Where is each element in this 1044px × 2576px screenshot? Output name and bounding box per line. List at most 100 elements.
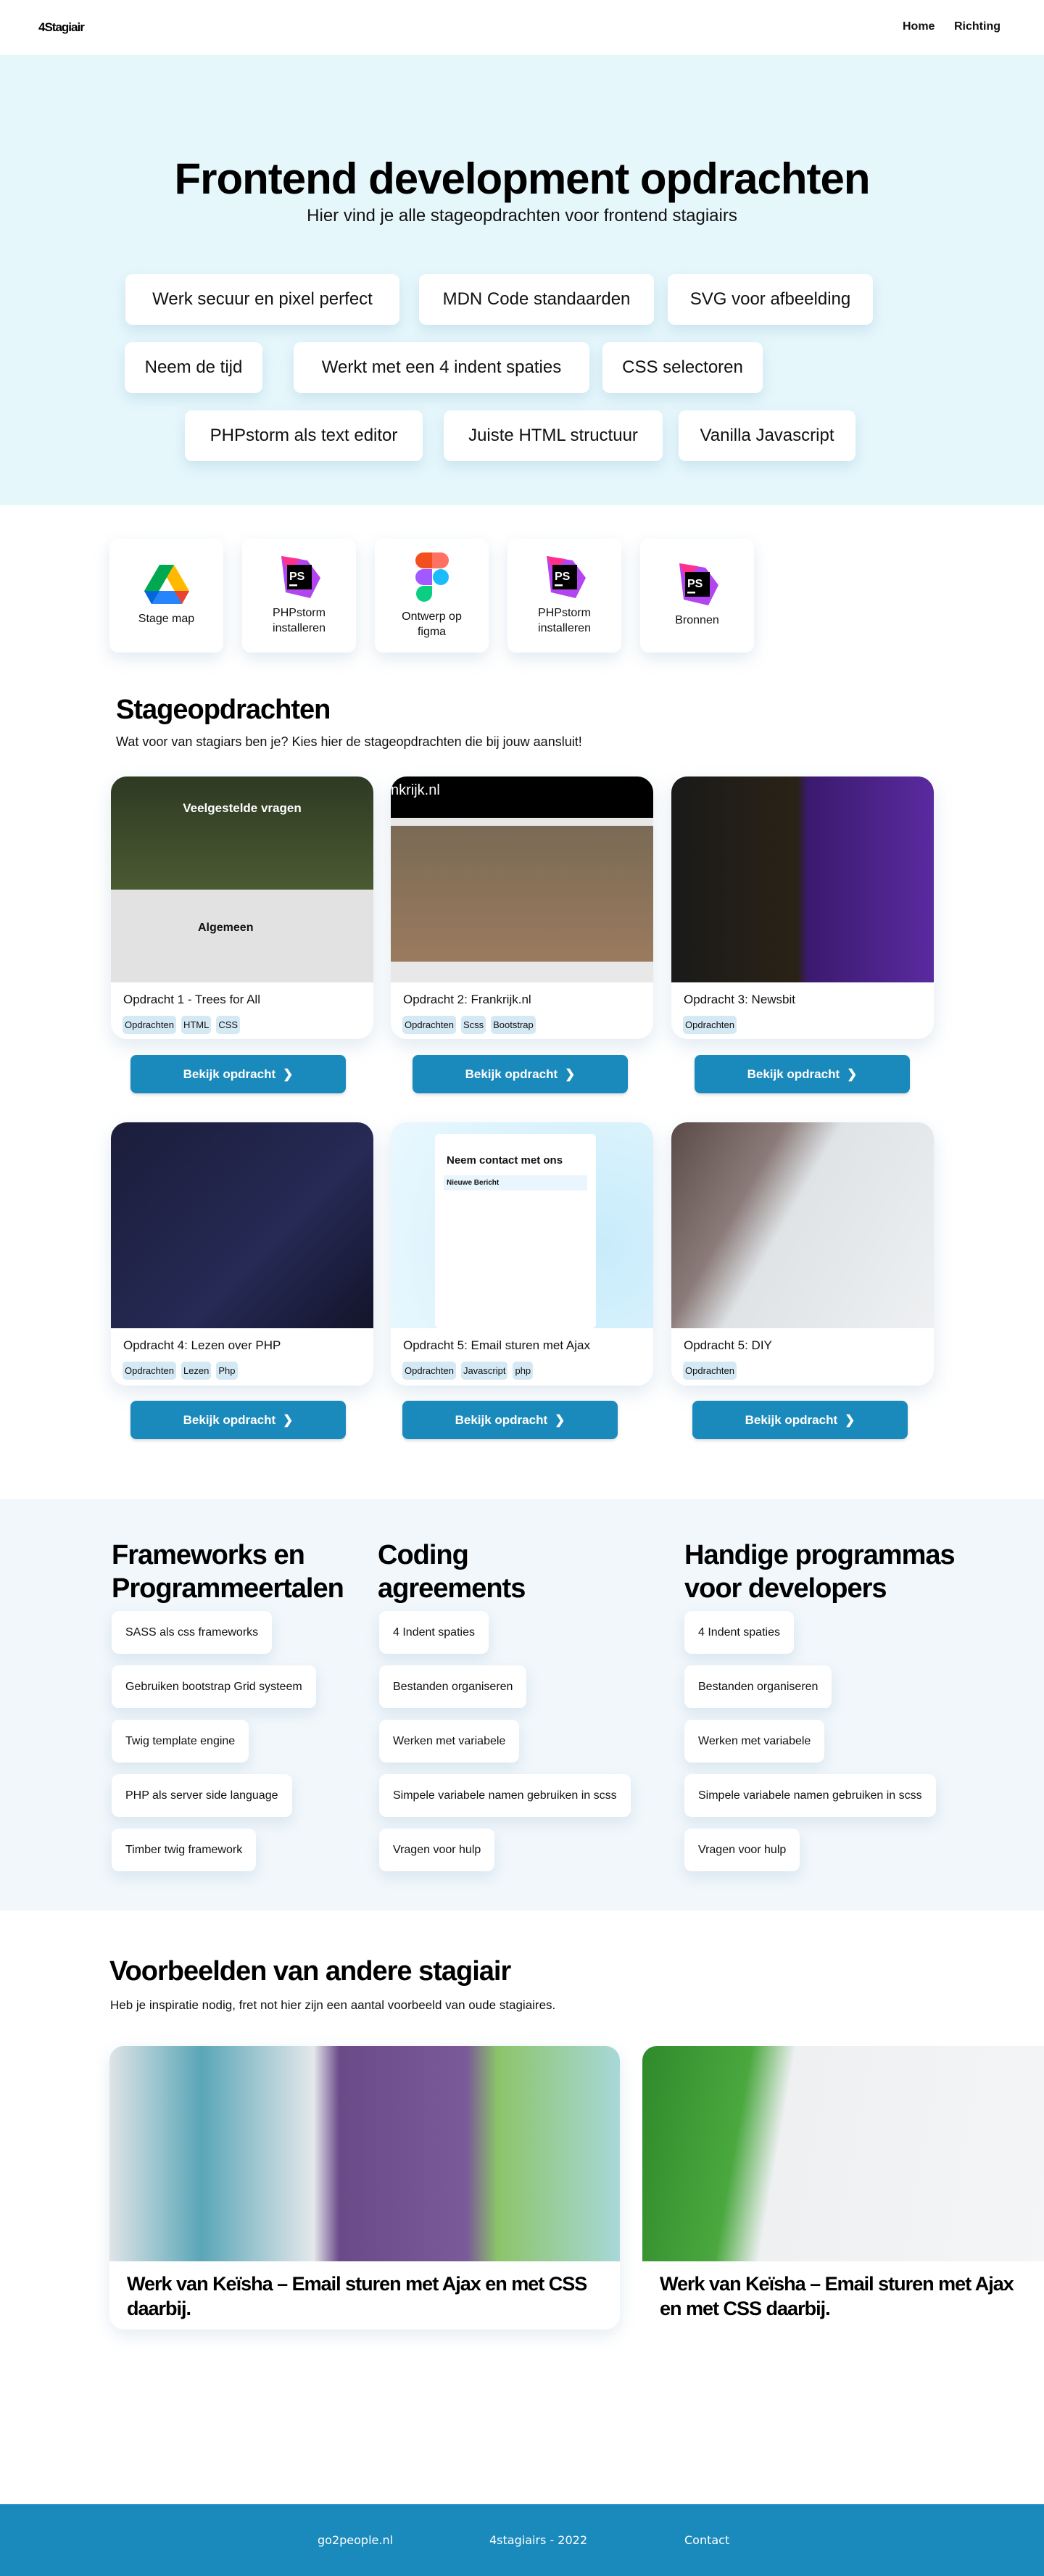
column-title: Frameworks en Programmeertalen bbox=[112, 1540, 344, 1604]
google-drive-icon bbox=[144, 565, 189, 604]
chip: Werk secuur en pixel perfect bbox=[125, 274, 399, 325]
quicklink-figma[interactable]: Ontwerp op figma bbox=[375, 539, 489, 653]
footer-copyright: 4stagiairs - 2022 bbox=[489, 2533, 588, 2547]
quicklink-phpstorm-2[interactable]: PS PHPstorm installeren bbox=[508, 539, 621, 653]
button-label: Bekijk opdracht bbox=[455, 1412, 548, 1427]
chevron-right-icon: ❯ bbox=[845, 1412, 856, 1427]
chip: Werkt met een 4 indent spaties bbox=[294, 342, 589, 393]
page-title: Frontend development opdrachten bbox=[174, 154, 870, 203]
list-item: Vragen voor hulp bbox=[379, 1829, 495, 1871]
list-item: Bestanden organiseren bbox=[684, 1665, 832, 1708]
assignment-card[interactable]: Opdracht 4: Lezen over PHP Opdrachten Lez… bbox=[111, 1122, 373, 1386]
column-title: Handige programmas voor developers bbox=[684, 1540, 956, 1604]
view-assignment-button[interactable]: Bekijk opdracht ❯ bbox=[402, 1401, 618, 1439]
logo[interactable]: 4Stagiair bbox=[38, 20, 85, 35]
example-image bbox=[109, 2046, 620, 2261]
chip: Juiste HTML structuur bbox=[444, 410, 663, 461]
button-label: Bekijk opdracht bbox=[745, 1412, 838, 1427]
chip: MDN Code standaarden bbox=[419, 274, 654, 325]
chevron-right-icon: ❯ bbox=[847, 1067, 858, 1081]
example-card[interactable]: Werk van Keïsha – Email sturen met Ajax … bbox=[642, 2046, 1044, 2329]
top-nav: 4Stagiair Home Richting bbox=[0, 0, 1044, 55]
card-title: Opdracht 2: Frankrijk.nl bbox=[403, 993, 531, 1006]
quicklink-bronnen[interactable]: PS Bronnen bbox=[640, 539, 754, 653]
card-image: nkrijk.nl bbox=[391, 776, 653, 982]
view-assignment-button[interactable]: Bekijk opdracht ❯ bbox=[130, 1401, 346, 1439]
quicklink-stage-map[interactable]: Stage map bbox=[109, 539, 223, 653]
example-title: Werk van Keïsha – Email sturen met Ajax … bbox=[127, 2273, 587, 2319]
list-item: Vragen voor hulp bbox=[684, 1829, 800, 1871]
button-label: Bekijk opdracht bbox=[465, 1067, 558, 1081]
view-assignment-button[interactable]: Bekijk opdracht ❯ bbox=[692, 1401, 908, 1439]
phpstorm-icon: PS bbox=[546, 555, 586, 598]
tag: Javascript bbox=[460, 1362, 508, 1380]
list-item: Twig template engine bbox=[112, 1720, 249, 1763]
tag: CSS bbox=[216, 1016, 241, 1034]
phpstorm-icon: PS bbox=[679, 563, 718, 605]
tag: Opdrachten bbox=[123, 1362, 176, 1380]
quicklink-phpstorm[interactable]: PS PHPstorm installeren bbox=[242, 539, 356, 653]
footer-link-contact[interactable]: Contact bbox=[684, 2533, 729, 2547]
image-sub: Algemeen bbox=[198, 922, 254, 934]
list-item: Gebruiken bootstrap Grid systeem bbox=[112, 1665, 316, 1708]
assignments-title: Stageopdrachten bbox=[116, 695, 331, 725]
tag: Opdrachten bbox=[123, 1016, 176, 1034]
card-title: Opdracht 4: Lezen over PHP bbox=[123, 1338, 281, 1352]
examples-subtitle: Heb je inspiratie nodig, fret not hier z… bbox=[110, 1998, 556, 2012]
tag: Lezen bbox=[181, 1362, 212, 1380]
example-image bbox=[642, 2046, 1044, 2261]
nav-richting[interactable]: Richting bbox=[954, 20, 1000, 33]
image-caption: nkrijk.nl bbox=[391, 782, 440, 798]
tag: HTML bbox=[181, 1016, 212, 1034]
examples-title: Voorbeelden van andere stagiair bbox=[109, 1956, 511, 1987]
chip: CSS selectoren bbox=[602, 342, 763, 393]
hero-subtitle: Hier vind je alle stageopdrachten voor f… bbox=[307, 206, 737, 225]
view-assignment-button[interactable]: Bekijk opdracht ❯ bbox=[413, 1055, 628, 1093]
card-title: Opdracht 1 - Trees for All bbox=[123, 993, 260, 1006]
card-image bbox=[111, 1122, 373, 1328]
chevron-right-icon: ❯ bbox=[283, 1412, 294, 1427]
button-label: Bekijk opdracht bbox=[183, 1067, 276, 1081]
assignment-card[interactable]: Opdracht 3: Newsbit Opdrachten bbox=[671, 776, 934, 1039]
chevron-right-icon: ❯ bbox=[555, 1412, 566, 1427]
phpstorm-icon: PS bbox=[281, 555, 320, 598]
quicklink-label: Bronnen bbox=[675, 614, 719, 626]
tag: Opdrachten bbox=[683, 1016, 737, 1034]
chip: Neem de tijd bbox=[125, 342, 262, 393]
button-label: Bekijk opdracht bbox=[183, 1412, 276, 1427]
chip: Vanilla Javascript bbox=[679, 410, 856, 461]
column-title: Coding agreements bbox=[378, 1540, 526, 1604]
tag: Php bbox=[216, 1362, 238, 1380]
list-item: 4 Indent spaties bbox=[684, 1611, 794, 1654]
card-image bbox=[671, 776, 934, 982]
assignment-card[interactable]: Opdracht 5: DIY Opdrachten bbox=[671, 1122, 934, 1386]
image-caption: Neem contact met ons bbox=[447, 1154, 563, 1167]
figma-icon bbox=[415, 552, 449, 602]
svg-text:PS: PS bbox=[687, 578, 703, 590]
chevron-right-icon: ❯ bbox=[283, 1067, 294, 1081]
tag: Opdrachten bbox=[683, 1362, 737, 1380]
tag: Opdrachten bbox=[402, 1016, 456, 1034]
assignment-card[interactable]: Veelgestelde vragen Algemeen Opdracht 1 … bbox=[111, 776, 373, 1039]
assignment-card[interactable]: nkrijk.nl Opdracht 2: Frankrijk.nl Opdra… bbox=[391, 776, 653, 1039]
list-item: Simpele variabele namen gebruiken in scs… bbox=[684, 1774, 936, 1817]
tag: Bootstrap bbox=[491, 1016, 536, 1034]
list-item: Timber twig framework bbox=[112, 1829, 257, 1871]
assignments-subtitle: Wat voor van stagiars ben je? Kies hier … bbox=[116, 734, 582, 749]
quicklink-label: PHPstorm installeren bbox=[273, 606, 326, 634]
view-assignment-button[interactable]: Bekijk opdracht ❯ bbox=[695, 1055, 910, 1093]
assignment-card[interactable]: Neem contact met ons Nieuwe Bericht Opdr… bbox=[391, 1122, 653, 1386]
chip: PHPstorm als text editor bbox=[185, 410, 423, 461]
nav-home[interactable]: Home bbox=[903, 20, 935, 33]
card-image bbox=[671, 1122, 934, 1328]
image-caption: Veelgestelde vragen bbox=[183, 801, 302, 815]
quicklink-label: Ontwerp op figma bbox=[402, 610, 462, 638]
footer-link-go2people[interactable]: go2people.nl bbox=[318, 2533, 393, 2547]
chevron-right-icon: ❯ bbox=[565, 1067, 576, 1081]
tag: Opdrachten bbox=[402, 1362, 456, 1380]
example-card[interactable]: Werk van Keïsha – Email sturen met Ajax … bbox=[109, 2046, 620, 2329]
footer: go2people.nl 4stagiairs - 2022 Contact bbox=[0, 2504, 1044, 2576]
view-assignment-button[interactable]: Bekijk opdracht ❯ bbox=[130, 1055, 346, 1093]
card-title: Opdracht 3: Newsbit bbox=[684, 993, 796, 1006]
svg-text:PS: PS bbox=[289, 571, 305, 583]
